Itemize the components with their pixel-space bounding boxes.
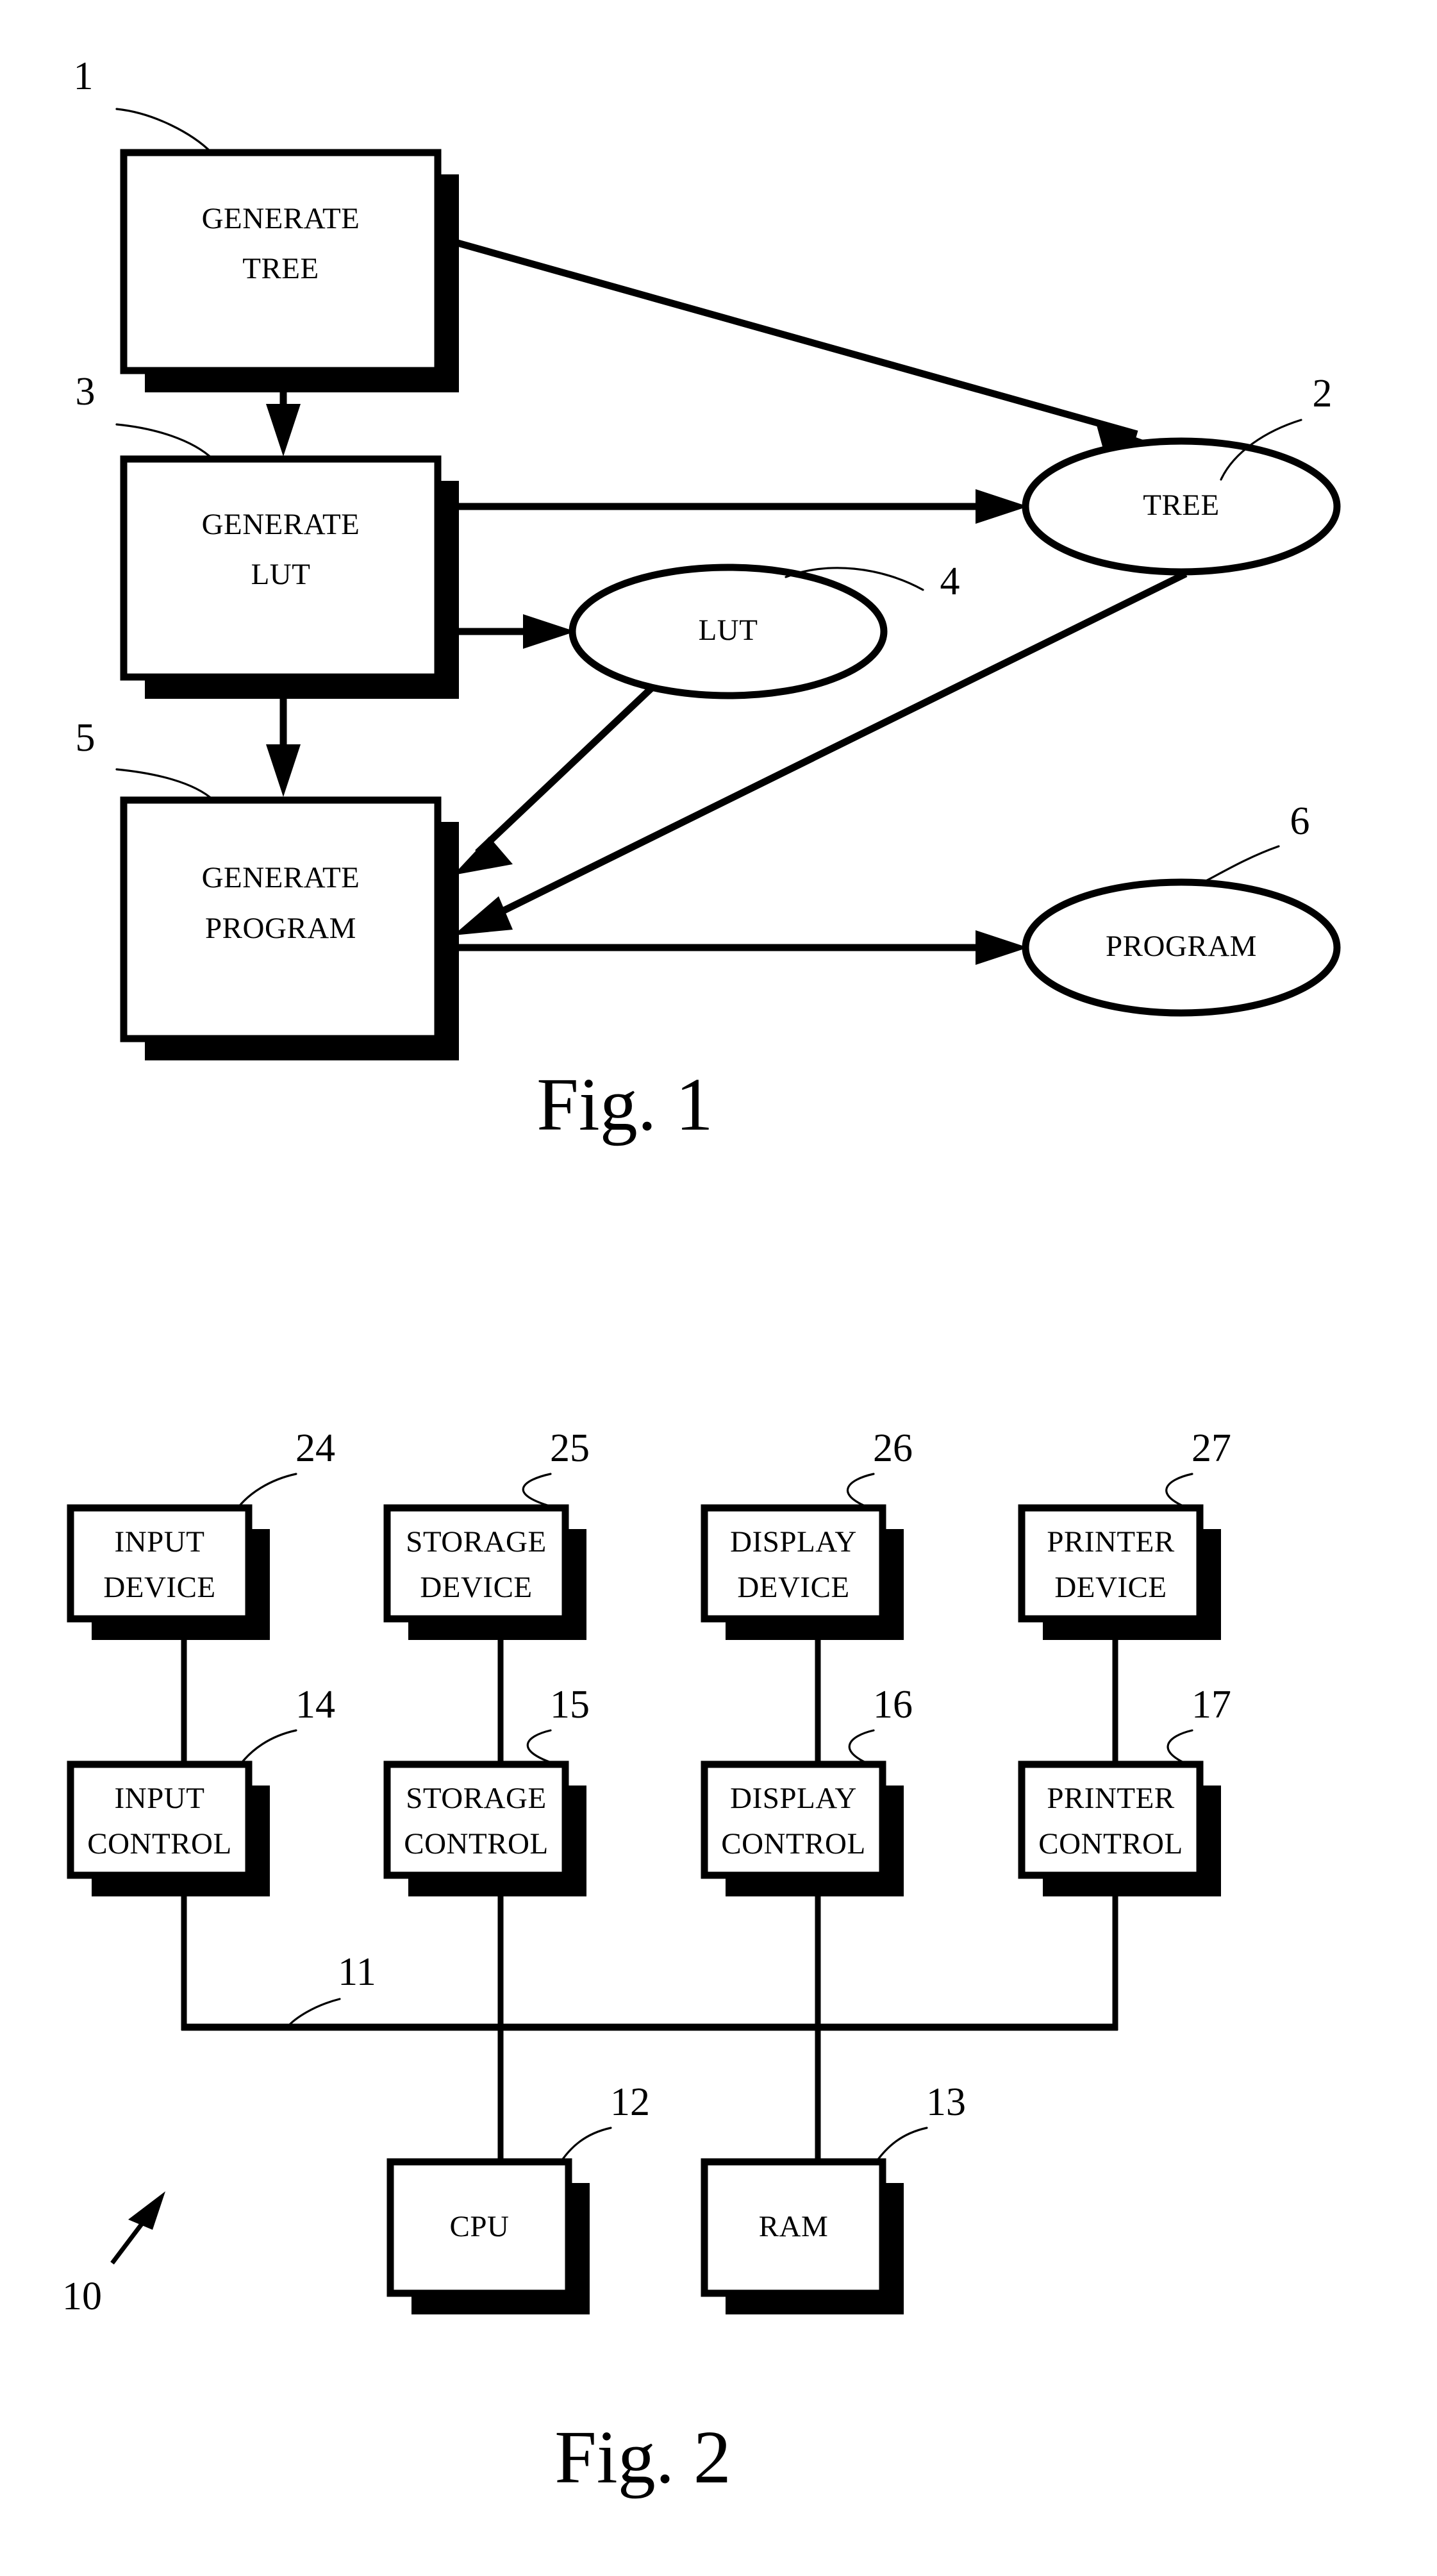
generate-program-label-line1: GENERATE	[202, 861, 360, 894]
data-ellipse-tree[interactable]: TREE	[1022, 437, 1341, 576]
connector-generate-tree-to-tree	[447, 237, 1154, 460]
process-box-generate-lut[interactable]: GENERATE LUT	[120, 455, 459, 699]
leader-line-ref-27	[1165, 1473, 1193, 1509]
reference-numeral-17: 17	[1192, 1683, 1231, 1727]
leader-line-ref-11	[286, 1998, 341, 2028]
patent-drawing-sheet: GENERATE TREE 1 GENERATE LUT 3 GENERATE …	[0, 0, 1437, 2576]
reference-numeral-14: 14	[295, 1683, 335, 1727]
display-control-label-line1: DISPLAY	[730, 1782, 857, 1815]
input-device-label-line2: DEVICE	[103, 1571, 215, 1604]
reference-numeral-16: 16	[873, 1683, 913, 1727]
reference-numeral-13: 13	[926, 2080, 966, 2124]
system-pointer-arrow	[110, 2191, 165, 2265]
reference-numeral-12: 12	[610, 2080, 650, 2124]
leader-line-ref-1	[115, 108, 213, 154]
leader-line-ref-25	[522, 1473, 558, 1509]
leader-line-ref-13	[875, 2127, 928, 2163]
leader-line-ref-12	[560, 2127, 612, 2163]
input-device-label-line1: INPUT	[115, 1525, 205, 1559]
connector-generate-lut-to-tree	[449, 489, 1028, 524]
storage-device-label-line2: DEVICE	[420, 1571, 532, 1604]
reference-numeral-3: 3	[76, 370, 96, 414]
figure-2: 11 INPUT DEVICE 24 STORAGE DEVICE 25 DIS…	[62, 1426, 1231, 2499]
leader-line-ref-16	[848, 1729, 875, 1766]
printer-control-label-line2: CONTROL	[1038, 1827, 1183, 1861]
generate-tree-label-line2: TREE	[242, 252, 319, 285]
printer-device-label-line2: DEVICE	[1054, 1571, 1167, 1604]
display-device-label-line2: DEVICE	[737, 1571, 849, 1604]
core-box-cpu[interactable]: CPU	[386, 2158, 590, 2314]
storage-control-label-line2: CONTROL	[404, 1827, 548, 1861]
process-box-generate-program[interactable]: GENERATE PROGRAM	[120, 796, 459, 1060]
reference-numeral-26: 26	[873, 1426, 913, 1470]
display-control-label-line2: CONTROL	[721, 1827, 865, 1861]
leader-line-ref-24	[237, 1473, 297, 1509]
cpu-label: CPU	[450, 2210, 510, 2243]
control-box-storage-control[interactable]: STORAGE CONTROL	[383, 1761, 586, 1896]
generate-program-label-line2: PROGRAM	[205, 912, 356, 945]
core-box-ram[interactable]: RAM	[701, 2158, 904, 2314]
figure-1-caption: Fig. 1	[536, 1062, 713, 1146]
tree-label: TREE	[1143, 489, 1219, 522]
program-label: PROGRAM	[1106, 930, 1257, 963]
control-box-printer-control[interactable]: PRINTER CONTROL	[1018, 1761, 1221, 1896]
reference-numeral-27: 27	[1192, 1426, 1231, 1470]
input-control-label-line2: CONTROL	[87, 1827, 231, 1861]
storage-control-label-line1: STORAGE	[406, 1782, 546, 1815]
process-box-generate-tree[interactable]: GENERATE TREE	[120, 149, 459, 392]
generate-lut-label-line1: GENERATE	[202, 508, 360, 541]
input-control-label-line1: INPUT	[115, 1782, 205, 1815]
data-ellipse-program[interactable]: PROGRAM	[1022, 878, 1341, 1017]
connector-generate-program-to-program	[449, 930, 1028, 965]
leader-line-ref-5	[115, 768, 215, 801]
device-box-printer-device[interactable]: PRINTER DEVICE	[1018, 1504, 1221, 1640]
device-box-display-device[interactable]: DISPLAY DEVICE	[701, 1504, 904, 1640]
reference-numeral-4: 4	[940, 560, 960, 603]
control-box-input-control[interactable]: INPUT CONTROL	[67, 1761, 270, 1896]
reference-numeral-11: 11	[338, 1950, 376, 1994]
data-ellipse-lut[interactable]: LUT	[569, 564, 888, 699]
reference-numeral-5: 5	[76, 716, 96, 760]
patent-figures-canvas: GENERATE TREE 1 GENERATE LUT 3 GENERATE …	[62, 54, 1341, 2499]
reference-numeral-6: 6	[1290, 799, 1310, 843]
lut-label: LUT	[699, 614, 758, 647]
leader-line-ref-14	[239, 1729, 297, 1766]
figure-2-caption: Fig. 2	[554, 2415, 731, 2499]
printer-device-label-line1: PRINTER	[1047, 1525, 1175, 1559]
printer-control-label-line1: PRINTER	[1047, 1782, 1175, 1815]
reference-numeral-15: 15	[550, 1683, 590, 1727]
device-box-storage-device[interactable]: STORAGE DEVICE	[383, 1504, 586, 1640]
leader-line-ref-17	[1167, 1729, 1193, 1766]
reference-numeral-24: 24	[295, 1426, 335, 1470]
generate-tree-label-line1: GENERATE	[202, 202, 360, 235]
control-box-display-control[interactable]: DISPLAY CONTROL	[701, 1761, 904, 1896]
display-device-label-line1: DISPLAY	[730, 1525, 857, 1559]
reference-numeral-1: 1	[74, 54, 94, 98]
reference-numeral-2: 2	[1313, 372, 1333, 415]
ram-label: RAM	[759, 2210, 829, 2243]
leader-line-ref-6	[1199, 845, 1280, 885]
storage-device-label-line1: STORAGE	[406, 1525, 546, 1559]
leader-line-ref-3	[115, 423, 214, 460]
leader-line-ref-26	[846, 1473, 875, 1509]
generate-lut-label-line2: LUT	[251, 558, 311, 591]
reference-numeral-25: 25	[550, 1426, 590, 1470]
connector-lut-to-generate-program	[453, 683, 656, 875]
reference-numeral-10: 10	[62, 2275, 102, 2318]
connector-generate-lut-to-lut	[449, 614, 576, 649]
figure-1: GENERATE TREE 1 GENERATE LUT 3 GENERATE …	[74, 54, 1341, 1146]
device-box-input-device[interactable]: INPUT DEVICE	[67, 1504, 270, 1640]
leader-line-ref-15	[526, 1729, 558, 1766]
